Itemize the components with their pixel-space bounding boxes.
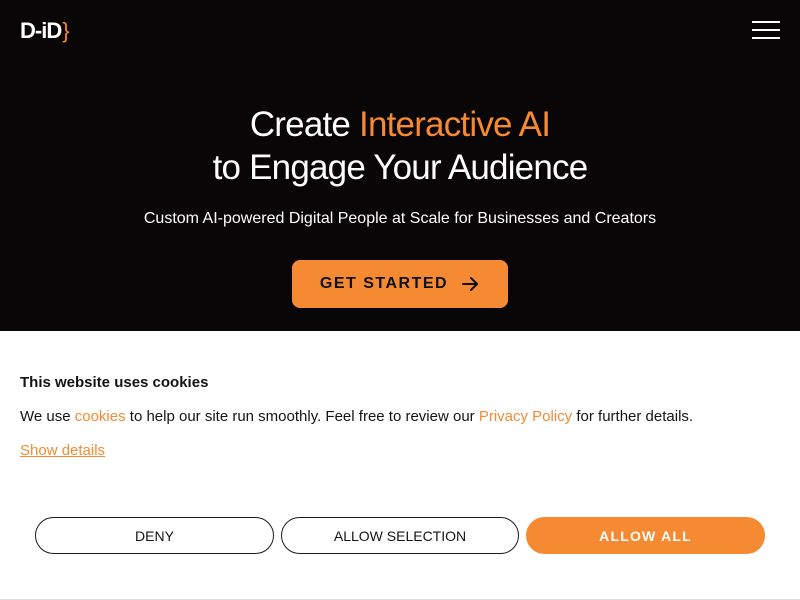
arrow-right-icon [462,277,479,291]
cookie-text-part2: to help our site run smoothly. Feel free… [125,408,479,425]
title-line2: to Engage Your Audience [212,148,589,187]
cookies-link[interactable]: cookies [75,408,126,425]
cookie-banner-title: This website uses cookies [20,374,209,391]
cookie-text-part1: We use [20,408,75,425]
logo-text: D-iD [20,18,62,43]
hero-section: D-iD} Create Interactive AI to Engage Yo… [0,0,800,331]
get-started-button[interactable]: GET STARTED [292,260,508,308]
allow-selection-button[interactable]: ALLOW SELECTION [281,517,519,554]
menu-line [752,21,780,23]
hamburger-menu-icon[interactable] [752,19,780,41]
menu-line [752,29,780,31]
logo-brace: } [62,18,69,43]
privacy-policy-link[interactable]: Privacy Policy [479,408,572,425]
menu-line [752,37,780,39]
get-started-label: GET STARTED [319,275,449,292]
cookie-text-part3: for further details. [572,408,694,425]
show-details-link[interactable]: Show details [20,442,105,459]
title-prefix: Create [249,105,360,144]
title-accent: Interactive AI [359,105,551,144]
cookie-banner: This website uses cookies We use cookies… [0,331,800,600]
allow-all-button[interactable]: ALLOW ALL [526,517,765,554]
hero-subtitle: Custom AI-powered Digital People at Scal… [143,210,657,227]
hero-title: Create Interactive AI to Engage Your Aud… [0,103,800,189]
deny-button[interactable]: DENY [35,517,274,554]
d-id-logo[interactable]: D-iD} [20,16,70,46]
cookie-banner-text: We use cookies to help our site run smoo… [20,408,780,426]
